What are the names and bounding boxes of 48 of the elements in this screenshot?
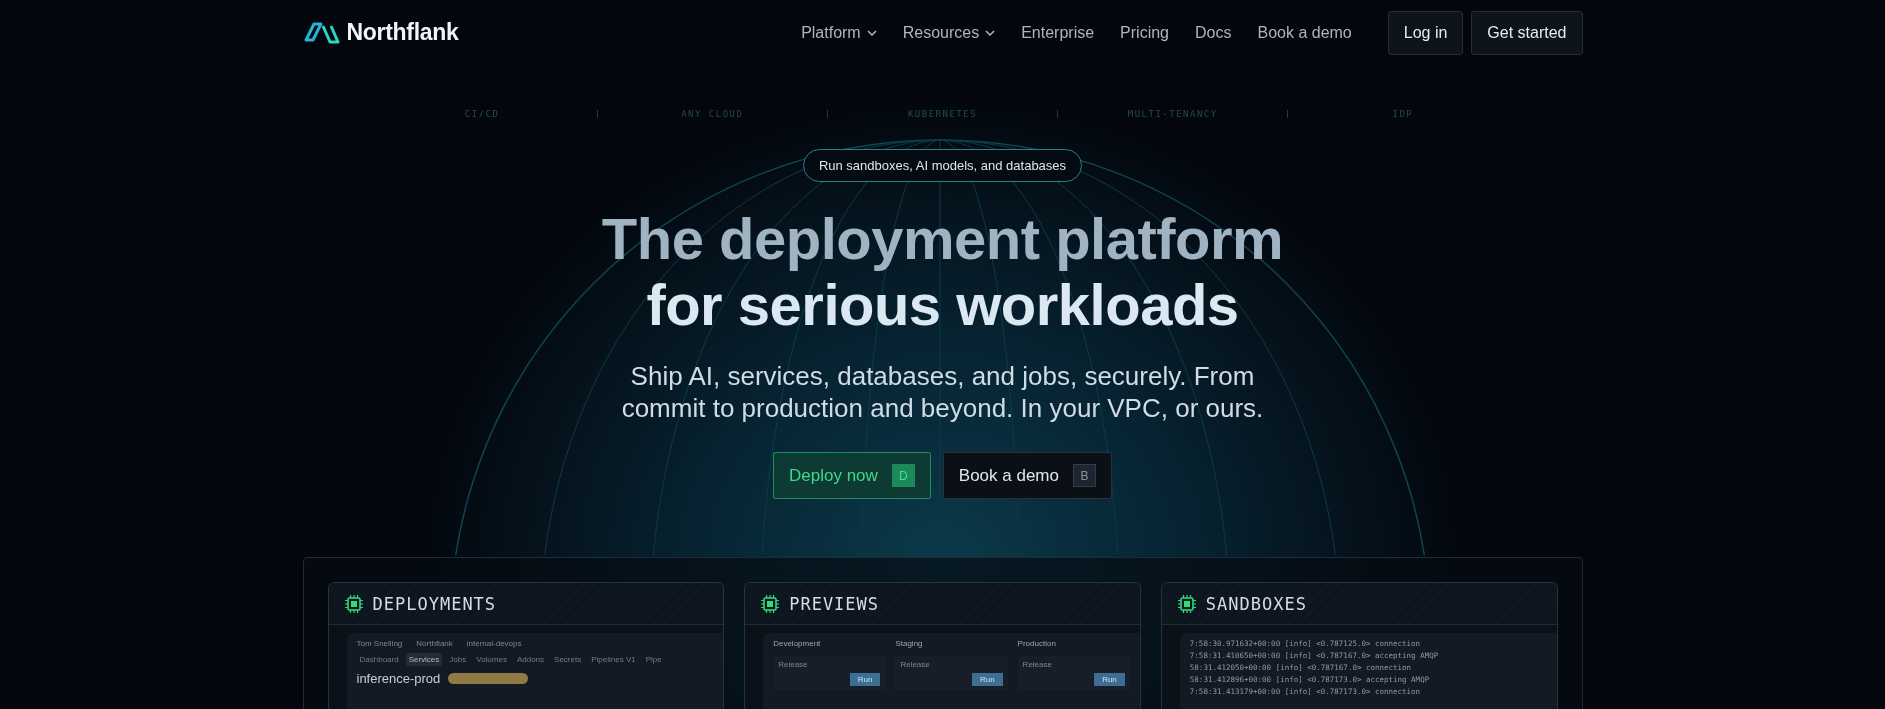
topic-label: CI/CD [463, 109, 501, 119]
nav-link[interactable]: Resources [902, 23, 996, 42]
dashboard-tab[interactable]: Secrets [551, 653, 585, 666]
chip-icon [344, 594, 363, 613]
hero-subtitle: Ship AI, services, databases, and jobs, securely. From commit to production and beyond. In your VPC, or ours. [621, 360, 1264, 424]
dashboard-tab[interactable]: Pipelines V1 [588, 653, 639, 666]
dashboard-tab[interactable]: Dashboard [356, 653, 402, 666]
run-button[interactable]: Run [971, 673, 1003, 686]
release-label: Release [900, 660, 931, 669]
breadcrumb: Northflank [416, 639, 453, 648]
card-title: DEPLOYMENTS [372, 593, 497, 614]
stage-name: Production [1017, 639, 1057, 648]
nav-link[interactable]: Pricing [1120, 23, 1169, 42]
dashboard-tab[interactable]: Jobs [446, 653, 470, 666]
run-button[interactable]: Run [849, 673, 881, 686]
topic-label: KUBERNETES [906, 109, 979, 119]
deploy-button[interactable]: Deploy now D [773, 452, 931, 499]
stage-name: Development [773, 639, 822, 648]
dashboard-tab[interactable]: Addons [513, 653, 548, 666]
nav-link[interactable]: Enterprise [1021, 23, 1095, 42]
shortcut-key: B [1073, 464, 1096, 487]
login-button[interactable]: Log in [1387, 10, 1464, 55]
announcement-pill: Run sandboxes, AI models, and databases [802, 149, 1083, 182]
run-button[interactable]: Run [1094, 673, 1125, 686]
release-label: Release [1022, 660, 1053, 669]
breadcrumb: internal-devops [466, 639, 522, 648]
shortcut-key: D [891, 464, 915, 487]
service-name: inference-prod [356, 671, 441, 686]
stage-name: Staging [895, 639, 924, 648]
dashboard-tab[interactable]: Volumes [473, 653, 510, 666]
hero-title: The deployment platform for serious workloads [601, 206, 1284, 338]
get-started-button[interactable]: Get started [1471, 10, 1583, 55]
topic-label: ANY CLOUD [680, 109, 745, 119]
topic-label: MULTI-TENANCY [1126, 109, 1219, 119]
logo-text: Northflank [346, 19, 459, 46]
nav-link[interactable]: Book a demo [1257, 23, 1352, 42]
nav-link[interactable]: Docs [1195, 23, 1232, 42]
demo-button[interactable]: Book a demo B [942, 452, 1112, 499]
breadcrumb: Tom Snelling [356, 639, 403, 648]
release-label: Release [778, 660, 809, 669]
card-title: SANDBOXES [1205, 593, 1307, 614]
dashboard-tab[interactable]: Pipe [642, 653, 665, 666]
topic-label: IDP [1391, 109, 1415, 119]
dashboard-tab[interactable]: Services [405, 653, 443, 666]
nav-link[interactable]: Platform [801, 23, 877, 42]
chip-icon [761, 594, 780, 613]
card-title: PREVIEWS [789, 593, 880, 614]
chip-icon [1177, 594, 1196, 613]
